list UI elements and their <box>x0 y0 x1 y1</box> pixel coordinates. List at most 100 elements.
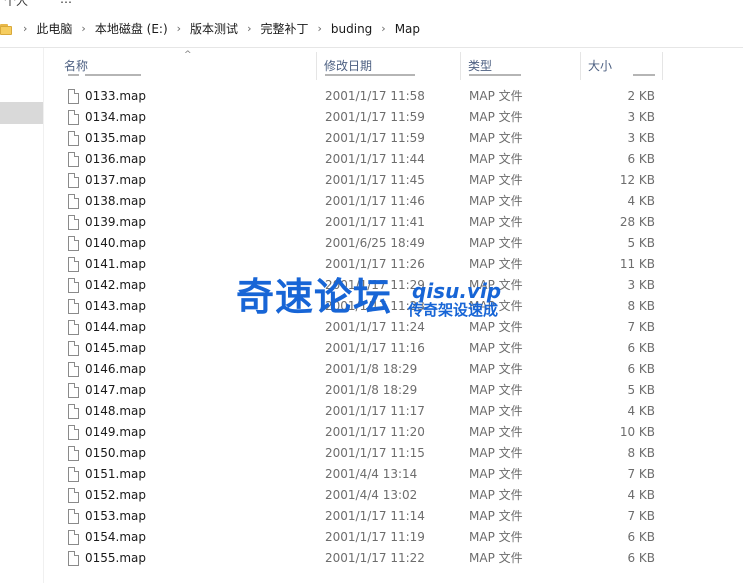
file-icon <box>68 509 79 524</box>
file-date: 2001/1/17 11:19 <box>325 530 425 544</box>
file-size: 11 KB <box>619 257 655 271</box>
file-name: 0150.map <box>85 446 147 460</box>
file-type: MAP 文件 <box>469 509 523 523</box>
file-date: 2001/1/17 11:26 <box>325 257 425 271</box>
file-name: 0147.map <box>85 383 147 397</box>
file-type: MAP 文件 <box>469 173 523 187</box>
file-type: MAP 文件 <box>469 278 523 292</box>
file-row[interactable]: 0150.map 2001/1/17 11:15 MAP 文件 8 KB <box>48 443 738 464</box>
breadcrumb-separator[interactable]: › <box>317 22 321 35</box>
file-type: MAP 文件 <box>469 551 523 565</box>
file-type: MAP 文件 <box>469 383 523 397</box>
file-size: 12 KB <box>619 173 655 187</box>
file-row[interactable]: 0141.map 2001/1/17 11:26 MAP 文件 11 KB <box>48 254 738 275</box>
file-row[interactable]: 0149.map 2001/1/17 11:20 MAP 文件 10 KB <box>48 422 738 443</box>
file-type: MAP 文件 <box>469 299 523 313</box>
breadcrumb-local-disk[interactable]: 本地磁盘 (E:) <box>95 20 168 37</box>
file-row[interactable]: 0152.map 2001/4/4 13:02 MAP 文件 4 KB <box>48 485 738 506</box>
file-icon <box>68 215 79 230</box>
file-row[interactable]: 0143.map 2001/1/17 11:23 MAP 文件 8 KB <box>48 296 738 317</box>
file-icon <box>68 257 79 272</box>
navigation-pane[interactable] <box>0 48 44 583</box>
breadcrumb-separator[interactable]: › <box>381 22 385 35</box>
file-type: MAP 文件 <box>469 215 523 229</box>
file-row[interactable]: 0147.map 2001/1/8 18:29 MAP 文件 5 KB <box>48 380 738 401</box>
file-icon <box>68 446 79 461</box>
file-row[interactable]: 0138.map 2001/1/17 11:46 MAP 文件 4 KB <box>48 191 738 212</box>
file-name: 0137.map <box>85 173 147 187</box>
file-name: 0139.map <box>85 215 147 229</box>
file-date: 2001/1/17 11:59 <box>325 131 425 145</box>
file-row[interactable]: 0155.map 2001/1/17 11:22 MAP 文件 6 KB <box>48 548 738 569</box>
file-row[interactable]: 0151.map 2001/4/4 13:14 MAP 文件 7 KB <box>48 464 738 485</box>
file-icon <box>68 173 79 188</box>
breadcrumb-this-pc[interactable]: 此电脑 <box>36 20 72 37</box>
file-row[interactable]: 0145.map 2001/1/17 11:16 MAP 文件 6 KB <box>48 338 738 359</box>
file-name: 0153.map <box>85 509 147 523</box>
file-size: 6 KB <box>627 530 655 544</box>
file-date: 2001/1/17 11:45 <box>325 173 425 187</box>
file-icon <box>68 530 79 545</box>
file-size: 7 KB <box>627 509 655 523</box>
breadcrumb-separator[interactable]: › <box>23 22 27 35</box>
file-row[interactable]: 0144.map 2001/1/17 11:24 MAP 文件 7 KB <box>48 317 738 338</box>
file-icon <box>68 467 79 482</box>
file-row[interactable]: 0133.map 2001/1/17 11:58 MAP 文件 2 KB <box>48 86 738 107</box>
file-date: 2001/1/8 18:29 <box>325 383 418 397</box>
file-date: 2001/1/17 11:20 <box>325 425 425 439</box>
file-type: MAP 文件 <box>469 152 523 166</box>
file-size: 3 KB <box>627 278 655 292</box>
file-row[interactable]: 0154.map 2001/1/17 11:19 MAP 文件 6 KB <box>48 527 738 548</box>
breadcrumb-full-patch[interactable]: 完整补丁 <box>260 20 308 37</box>
file-row[interactable]: 0153.map 2001/1/17 11:14 MAP 文件 7 KB <box>48 506 738 527</box>
file-row[interactable]: 0135.map 2001/1/17 11:59 MAP 文件 3 KB <box>48 128 738 149</box>
navigation-selected-item[interactable] <box>0 102 43 124</box>
file-size: 2 KB <box>627 89 655 103</box>
file-date: 2001/1/17 11:14 <box>325 509 425 523</box>
file-row[interactable]: 0148.map 2001/1/17 11:17 MAP 文件 4 KB <box>48 401 738 422</box>
file-icon <box>68 236 79 251</box>
address-bar[interactable]: › 此电脑 › 本地磁盘 (E:) › 版本测试 › 完整补丁 › buding… <box>0 10 743 48</box>
breadcrumb-buding[interactable]: buding <box>331 22 372 36</box>
file-size: 5 KB <box>627 383 655 397</box>
file-size: 3 KB <box>627 131 655 145</box>
file-row[interactable]: 0136.map 2001/1/17 11:44 MAP 文件 6 KB <box>48 149 738 170</box>
file-row[interactable]: 0140.map 2001/6/25 18:49 MAP 文件 5 KB <box>48 233 738 254</box>
file-row[interactable]: 0142.map 2001/1/17 11:29 MAP 文件 3 KB <box>48 275 738 296</box>
file-icon <box>68 110 79 125</box>
file-row[interactable]: 0146.map 2001/1/8 18:29 MAP 文件 6 KB <box>48 359 738 380</box>
file-size: 3 KB <box>627 110 655 124</box>
file-icon <box>68 362 79 377</box>
file-name: 0152.map <box>85 488 147 502</box>
breadcrumb-map[interactable]: Map <box>395 22 420 36</box>
file-size: 4 KB <box>627 194 655 208</box>
file-type: MAP 文件 <box>469 110 523 124</box>
file-size: 4 KB <box>627 488 655 502</box>
file-name: 0142.map <box>85 278 147 292</box>
breadcrumb-version-test[interactable]: 版本测试 <box>190 20 238 37</box>
file-date: 2001/4/4 13:02 <box>325 488 418 502</box>
file-name: 0154.map <box>85 530 147 544</box>
breadcrumb-separator[interactable]: › <box>81 22 85 35</box>
breadcrumb-separator[interactable]: › <box>177 22 181 35</box>
file-name: 0134.map <box>85 110 147 124</box>
file-name: 0136.map <box>85 152 147 166</box>
file-name: 0144.map <box>85 320 147 334</box>
file-type: MAP 文件 <box>469 89 523 103</box>
sort-ascending-icon: ^ <box>184 50 192 60</box>
file-icon <box>68 383 79 398</box>
file-name: 0145.map <box>85 341 147 355</box>
file-row[interactable]: 0134.map 2001/1/17 11:59 MAP 文件 3 KB <box>48 107 738 128</box>
file-size: 4 KB <box>627 404 655 418</box>
file-icon <box>68 488 79 503</box>
file-row[interactable]: 0139.map 2001/1/17 11:41 MAP 文件 28 KB <box>48 212 738 233</box>
file-size: 5 KB <box>627 236 655 250</box>
file-date: 2001/1/17 11:23 <box>325 299 425 313</box>
file-size: 8 KB <box>627 446 655 460</box>
file-name: 0138.map <box>85 194 147 208</box>
file-date: 2001/1/17 11:22 <box>325 551 425 565</box>
breadcrumb-separator[interactable]: › <box>247 22 251 35</box>
file-icon <box>68 152 79 167</box>
file-row[interactable]: 0137.map 2001/1/17 11:45 MAP 文件 12 KB <box>48 170 738 191</box>
file-icon <box>68 89 79 104</box>
